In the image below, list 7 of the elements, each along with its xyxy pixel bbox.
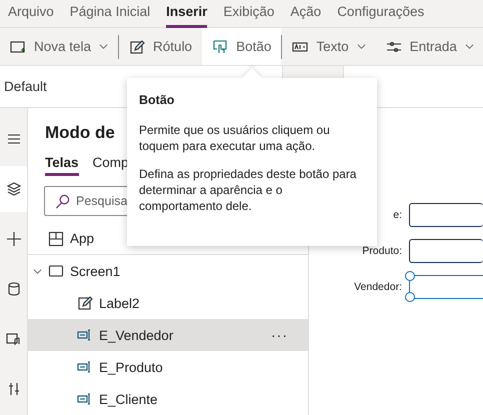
tooltip-title: Botão: [139, 92, 176, 108]
field-label: Produto:: [361, 245, 402, 257]
tooltip-text: Permite que os usuários cliquem ou toquem para executar uma ação.: [139, 122, 331, 154]
field-label: e:: [392, 209, 402, 221]
panel-title: Modo de: [44, 122, 115, 143]
field-label: Vendedor:: [353, 281, 402, 293]
tooltip-text: Defina as propriedades deste botão para determinar a aparência e o comportamento dele.: [139, 166, 358, 214]
